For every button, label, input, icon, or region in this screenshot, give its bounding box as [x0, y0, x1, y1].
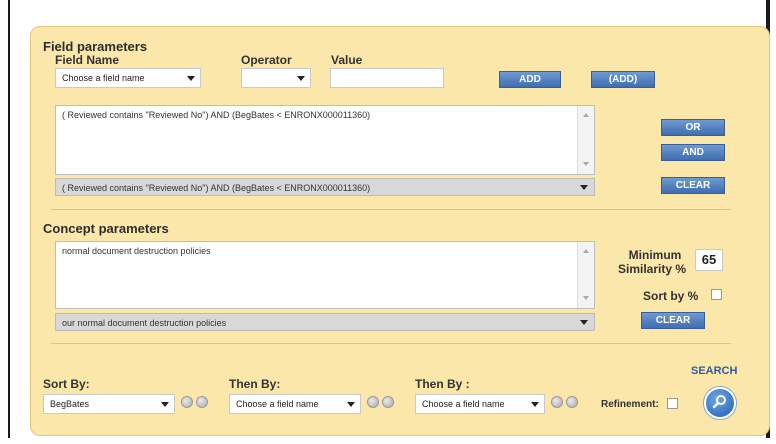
refinement-checkbox[interactable]: [667, 398, 678, 409]
chevron-down-icon: [187, 76, 195, 81]
query-text: ( Reviewed contains "Reviewed No") AND (…: [62, 110, 371, 120]
add-button[interactable]: ADD: [499, 71, 561, 88]
min-similarity-label-2: Similarity %: [617, 262, 687, 276]
concept-history-value: our normal document destruction policies: [62, 318, 227, 328]
sort-ascending-icon[interactable]: [181, 396, 193, 408]
then-by-2-select[interactable]: Choose a field name: [415, 394, 545, 414]
or-button[interactable]: OR: [661, 119, 725, 136]
sort-descending-icon[interactable]: [566, 396, 578, 408]
min-similarity-label-1: Minimum: [628, 248, 682, 262]
scroll-down-icon[interactable]: [583, 296, 589, 300]
search-button[interactable]: [704, 387, 736, 419]
min-similarity-input[interactable]: 65: [695, 249, 723, 271]
sort-by-value: BegBates: [50, 399, 90, 409]
then-by-1-select[interactable]: Choose a field name: [229, 394, 361, 414]
scroll-up-icon[interactable]: [583, 249, 589, 253]
then-by-1-label: Then By:: [229, 377, 281, 391]
concept-textarea[interactable]: normal document destruction policies: [55, 241, 595, 309]
section-divider: [51, 209, 731, 210]
search-icon: [712, 395, 726, 409]
search-panel: Field parameters Field Name Operator Val…: [30, 26, 770, 436]
field-name-select-value: Choose a field name: [62, 73, 145, 83]
search-label: SEARCH: [691, 365, 738, 377]
concept-scrollbar[interactable]: [577, 242, 594, 308]
then-by-1-value: Choose a field name: [236, 399, 319, 409]
concept-history-select[interactable]: our normal document destruction policies: [55, 313, 595, 331]
scroll-down-icon[interactable]: [583, 162, 589, 166]
sort-ascending-icon[interactable]: [367, 396, 379, 408]
value-label: Value: [331, 53, 363, 67]
value-input[interactable]: [330, 68, 444, 88]
field-clear-button[interactable]: CLEAR: [661, 177, 725, 194]
chevron-down-icon: [161, 402, 169, 407]
field-name-select[interactable]: Choose a field name: [55, 68, 201, 88]
query-scrollbar[interactable]: [577, 106, 594, 174]
field-parameters-title: Field parameters: [43, 39, 148, 54]
sort-descending-icon[interactable]: [196, 396, 208, 408]
chevron-down-icon: [347, 402, 355, 407]
concept-clear-button[interactable]: CLEAR: [641, 312, 705, 329]
query-textarea[interactable]: ( Reviewed contains "Reviewed No") AND (…: [55, 105, 595, 175]
chevron-down-icon: [297, 76, 305, 81]
concept-text: normal document destruction policies: [62, 246, 211, 256]
sort-ascending-icon[interactable]: [551, 396, 563, 408]
concept-parameters-title: Concept parameters: [43, 221, 169, 236]
query-history-value: ( Reviewed contains "Reviewed No") AND (…: [62, 183, 371, 193]
scroll-up-icon[interactable]: [583, 113, 589, 117]
chevron-down-icon: [531, 402, 539, 407]
sort-by-select[interactable]: BegBates: [43, 394, 175, 414]
chevron-down-icon: [580, 320, 588, 325]
section-divider: [51, 343, 731, 344]
window-frame: Field parameters Field Name Operator Val…: [8, 0, 770, 438]
sort-by-pct-checkbox[interactable]: [711, 289, 722, 300]
operator-select[interactable]: [241, 68, 311, 88]
chevron-down-icon: [580, 185, 588, 190]
sort-by-label: Sort By:: [43, 377, 90, 391]
refinement-label: Refinement:: [601, 399, 659, 410]
operator-label: Operator: [241, 53, 292, 67]
then-by-2-value: Choose a field name: [422, 399, 505, 409]
sort-descending-icon[interactable]: [382, 396, 394, 408]
sort-by-pct-label: Sort by %: [643, 289, 699, 303]
field-name-label: Field Name: [55, 53, 120, 67]
and-button[interactable]: AND: [661, 144, 725, 161]
query-history-select[interactable]: ( Reviewed contains "Reviewed No") AND (…: [55, 178, 595, 196]
add-paren-button[interactable]: (ADD): [591, 71, 655, 88]
then-by-2-label: Then By :: [415, 377, 470, 391]
